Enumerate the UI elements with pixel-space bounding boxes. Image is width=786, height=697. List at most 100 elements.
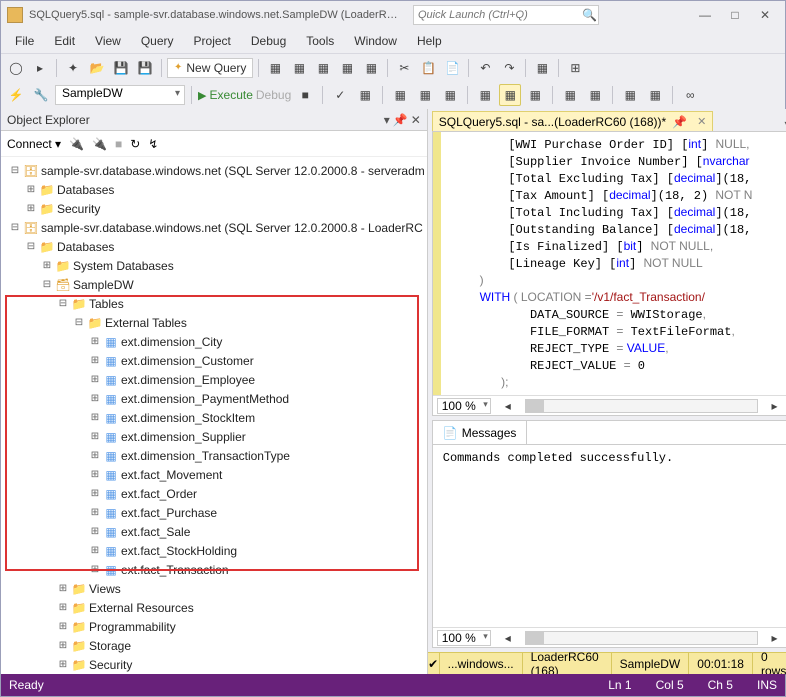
external-table-node[interactable]: ⊞▦ext.dimension_Employee	[3, 370, 425, 389]
tb-icon[interactable]: ▦	[474, 84, 496, 106]
tb-icon[interactable]: ▦	[312, 57, 334, 79]
messages-tab[interactable]: 📄 Messages	[433, 421, 528, 444]
server-node[interactable]: ⊟🗄sample-svr.database.windows.net (SQL S…	[3, 161, 425, 180]
quick-launch[interactable]: 🔍	[413, 5, 599, 25]
external-table-node[interactable]: ⊞▦ext.fact_StockHolding	[3, 541, 425, 560]
menu-project[interactable]: Project	[186, 32, 239, 50]
system-databases-node[interactable]: ⊞📁System Databases	[3, 256, 425, 275]
tb-icon[interactable]: ▦	[524, 84, 546, 106]
close-button[interactable]: ✕	[751, 5, 779, 25]
tree-twisty-icon[interactable]: ⊞	[87, 374, 103, 385]
external-table-node[interactable]: ⊞▦ext.fact_Movement	[3, 465, 425, 484]
debug-button[interactable]: Debug	[256, 88, 291, 102]
tab-pin-icon[interactable]: 📌	[672, 115, 687, 129]
tab-close-icon[interactable]: ✕	[697, 115, 706, 128]
tb-icon[interactable]: ▦	[354, 84, 376, 106]
undo-button[interactable]: ↶	[474, 57, 496, 79]
tb-icon[interactable]: ▦	[531, 57, 553, 79]
tree-twisty-icon[interactable]: ⊞	[87, 450, 103, 461]
tables-node[interactable]: ⊟📁Tables	[3, 294, 425, 313]
tb-icon[interactable]: ▦	[360, 57, 382, 79]
tree-twisty-icon[interactable]: ⊞	[55, 602, 71, 613]
security-node[interactable]: ⊞📁Security	[3, 655, 425, 674]
scroll-left-icon[interactable]: ◂	[497, 627, 519, 649]
editor-tab[interactable]: SQLQuery5.sql - sa...(LoaderRC60 (168))*…	[432, 111, 714, 131]
hscroll[interactable]	[525, 631, 758, 645]
nav-fwd-button[interactable]: ▸	[29, 57, 51, 79]
tree-twisty-icon[interactable]: ⊞	[55, 640, 71, 651]
tree-twisty-icon[interactable]: ⊟	[55, 298, 71, 309]
tb-icon[interactable]: ▦	[264, 57, 286, 79]
open-button[interactable]: 📂	[86, 57, 108, 79]
save-button[interactable]: 💾	[110, 57, 132, 79]
tree-twisty-icon[interactable]: ⊞	[87, 526, 103, 537]
tree-twisty-icon[interactable]: ⊞	[87, 431, 103, 442]
execute-button[interactable]: ▶ Execute	[198, 88, 253, 102]
scroll-left-icon[interactable]: ◂	[497, 395, 519, 417]
connect-button[interactable]: Connect ▾	[7, 137, 61, 151]
filter2-icon[interactable]: ↯	[148, 137, 158, 151]
menu-help[interactable]: Help	[409, 32, 450, 50]
tree-twisty-icon[interactable]: ⊞	[87, 355, 103, 366]
menu-edit[interactable]: Edit	[46, 32, 83, 50]
maximize-button[interactable]: □	[721, 5, 749, 25]
tree-twisty-icon[interactable]: ⊞	[55, 621, 71, 632]
tb-icon[interactable]: ▦	[644, 84, 666, 106]
stop-icon[interactable]: ■	[115, 137, 122, 151]
tb-icon[interactable]: ▦	[559, 84, 581, 106]
menu-debug[interactable]: Debug	[243, 32, 294, 50]
quick-launch-input[interactable]	[414, 9, 582, 21]
programmability-node[interactable]: ⊞📁Programmability	[3, 617, 425, 636]
nav-back-button[interactable]: ◯	[5, 57, 27, 79]
external-table-node[interactable]: ⊞▦ext.dimension_TransactionType	[3, 446, 425, 465]
tb-icon[interactable]: ▦	[414, 84, 436, 106]
tb-icon[interactable]: ▦	[439, 84, 461, 106]
scroll-right-icon[interactable]: ▸	[764, 627, 786, 649]
tree-twisty-icon[interactable]: ⊞	[87, 412, 103, 423]
external-table-node[interactable]: ⊞▦ext.dimension_Customer	[3, 351, 425, 370]
tree-twisty-icon[interactable]: ⊞	[23, 184, 39, 195]
tree-twisty-icon[interactable]: ⊞	[87, 545, 103, 556]
tb-icon[interactable]: 🔧	[30, 84, 52, 106]
paste-button[interactable]: 📄	[441, 57, 463, 79]
tree-twisty-icon[interactable]: ⊟	[23, 241, 39, 252]
security-node[interactable]: ⊞📁Security	[3, 199, 425, 218]
storage-node[interactable]: ⊞📁Storage	[3, 636, 425, 655]
menu-window[interactable]: Window	[346, 32, 405, 50]
scroll-right-icon[interactable]: ▸	[764, 395, 786, 417]
cut-button[interactable]: ✂	[393, 57, 415, 79]
zoom-combo[interactable]: 100 %	[437, 398, 491, 414]
tb-icon[interactable]: ▦	[619, 84, 641, 106]
tree-twisty-icon[interactable]: ⊞	[39, 260, 55, 271]
tb-icon[interactable]: ▦	[389, 84, 411, 106]
tree-twisty-icon[interactable]: ⊟	[39, 279, 55, 290]
stop-button[interactable]: ■	[294, 84, 316, 106]
tb-icon[interactable]: ∞	[679, 84, 701, 106]
external-table-node[interactable]: ⊞▦ext.fact_Order	[3, 484, 425, 503]
views-node[interactable]: ⊞📁Views	[3, 579, 425, 598]
code-editor[interactable]: [WWI Purchase Order ID] [int] NULL, [Sup…	[432, 131, 786, 416]
external-tables-node[interactable]: ⊟📁External Tables	[3, 313, 425, 332]
pin-icon[interactable]: 📌	[393, 113, 408, 127]
code-text[interactable]: [WWI Purchase Order ID] [int] NULL, [Sup…	[433, 132, 786, 395]
tb-icon[interactable]: ⊞	[564, 57, 586, 79]
save-all-button[interactable]: 💾	[134, 57, 156, 79]
databases-node[interactable]: ⊞📁Databases	[3, 180, 425, 199]
tb-icon[interactable]: ▦	[336, 57, 358, 79]
redo-button[interactable]: ↷	[498, 57, 520, 79]
refresh-icon[interactable]: ↻	[130, 137, 140, 151]
menu-view[interactable]: View	[87, 32, 129, 50]
new-item-button[interactable]: ✦	[62, 57, 84, 79]
tree-twisty-icon[interactable]: ⊞	[87, 507, 103, 518]
close-panel-icon[interactable]: ✕	[411, 113, 421, 127]
tree-twisty-icon[interactable]: ⊟	[71, 317, 87, 328]
tree-twisty-icon[interactable]: ⊞	[87, 393, 103, 404]
external-table-node[interactable]: ⊞▦ext.dimension_City	[3, 332, 425, 351]
search-icon[interactable]: 🔍	[582, 8, 598, 22]
parse-button[interactable]: ✓	[329, 84, 351, 106]
tree-twisty-icon[interactable]: ⊞	[87, 469, 103, 480]
external-table-node[interactable]: ⊞▦ext.fact_Transaction	[3, 560, 425, 579]
external-table-node[interactable]: ⊞▦ext.dimension_StockItem	[3, 408, 425, 427]
menu-tools[interactable]: Tools	[298, 32, 342, 50]
tree-twisty-icon[interactable]: ⊞	[87, 564, 103, 575]
